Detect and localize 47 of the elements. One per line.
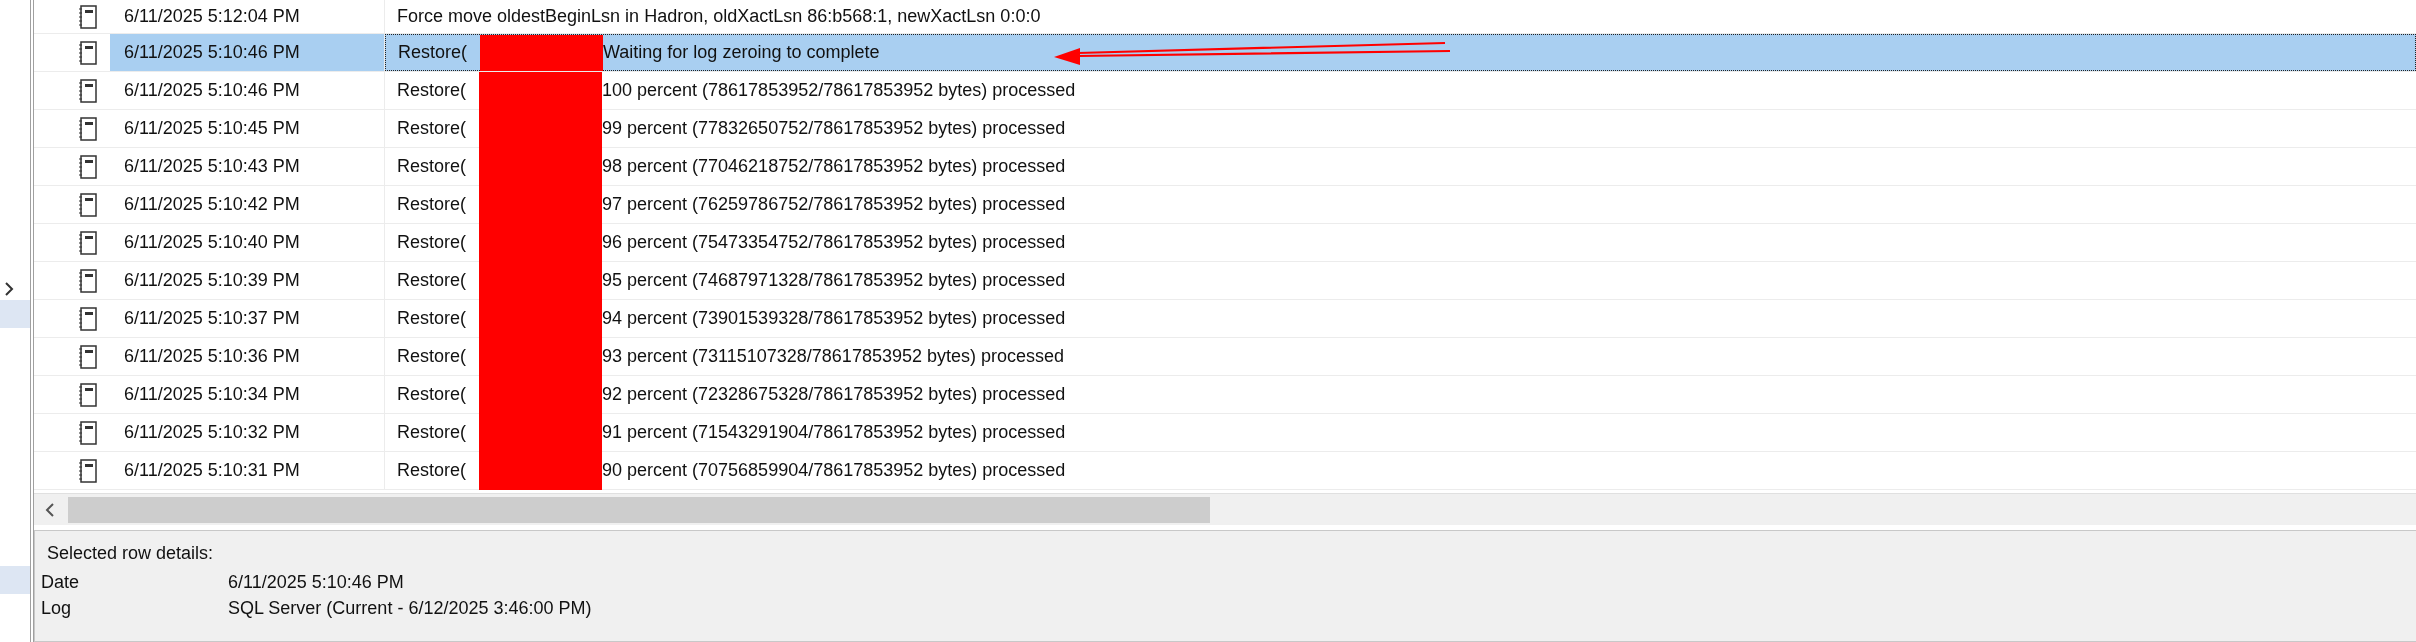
message-cell: Restore( 95 percent (74687971328/78617853952 bytes) processed	[385, 262, 2416, 299]
message-cell: Restore( 91 percent (71543291904/78617853952 bytes) processed	[385, 414, 2416, 451]
log-entry-icon	[78, 268, 98, 293]
date-cell: 6/11/2025 5:10:32 PM	[110, 414, 385, 451]
log-entry-icon	[78, 306, 98, 331]
log-entry-icon	[78, 192, 98, 217]
log-entry-icon	[78, 458, 98, 483]
date-cell: 6/11/2025 5:10:34 PM	[110, 376, 385, 413]
message-cell: Restore( 90 percent (70756859904/78617853952 bytes) processed	[385, 452, 2416, 489]
field-label: Date	[41, 571, 81, 594]
message-cell: Restore( 98 percent (77046218752/78617853952 bytes) processed	[385, 148, 2416, 185]
date-cell: 6/11/2025 5:10:36 PM	[110, 338, 385, 375]
sidebar-item-highlight[interactable]	[0, 566, 30, 594]
log-entry-icon	[78, 40, 98, 65]
log-entry-icon	[78, 420, 98, 445]
message-cell: Restore( 94 percent (73901539328/78617853952 bytes) processed	[385, 300, 2416, 337]
log-entry-icon	[78, 116, 98, 141]
date-cell: 6/11/2025 5:10:31 PM	[110, 452, 385, 489]
log-entry-icon	[78, 154, 98, 179]
message-cell: Restore( 92 percent (72328675328/78617853952 bytes) processed	[385, 376, 2416, 413]
date-cell: 6/11/2025 5:10:43 PM	[110, 148, 385, 185]
date-cell: 6/11/2025 5:10:37 PM	[110, 300, 385, 337]
log-entry-icon	[78, 382, 98, 407]
field-label: Log	[41, 597, 73, 620]
log-entry-icon	[78, 344, 98, 369]
message-cell: Restore( 97 percent (76259786752/78617853952 bytes) processed	[385, 186, 2416, 223]
scroll-left-icon[interactable]	[44, 501, 56, 518]
date-cell: 6/11/2025 5:10:45 PM	[110, 110, 385, 147]
message-cell: Restore( 99 percent (77832650752/78617853952 bytes) processed	[385, 110, 2416, 147]
date-cell: 6/11/2025 5:10:46 PM	[110, 72, 385, 109]
date-cell: 6/11/2025 5:10:39 PM	[110, 262, 385, 299]
message-cell: Restore( 96 percent (75473354752/78617853952 bytes) processed	[385, 224, 2416, 261]
message-cell: Restore( 100 percent (78617853952/78617853952 bytes) processed	[385, 72, 2416, 109]
message-cell: Restore( 93 percent (73115107328/78617853952 bytes) processed	[385, 338, 2416, 375]
date-cell: 6/11/2025 5:12:04 PM	[110, 0, 385, 33]
details-heading: Selected row details:	[46, 543, 215, 564]
message-cell: Restore( Waiting for log zeroing to complete	[385, 34, 2416, 71]
log-entry-icon	[78, 78, 98, 103]
date-cell: 6/11/2025 5:10:46 PM	[110, 34, 385, 71]
date-cell: 6/11/2025 5:10:40 PM	[110, 224, 385, 261]
date-cell: 6/11/2025 5:10:42 PM	[110, 186, 385, 223]
message-cell-text: Force move oldestBeginLsn in Hadron, oldXactLsn 86:b568:1, newXactLsn 0:0:0	[396, 5, 1042, 28]
chevron-icon[interactable]	[4, 282, 14, 296]
field-value: SQL Server (Current - 6/12/2025 3:46:00 PM)	[228, 597, 593, 620]
log-entry-icon	[78, 230, 98, 255]
log-entry-icon	[78, 4, 98, 29]
field-value: 6/11/2025 5:10:46 PM	[228, 571, 405, 594]
